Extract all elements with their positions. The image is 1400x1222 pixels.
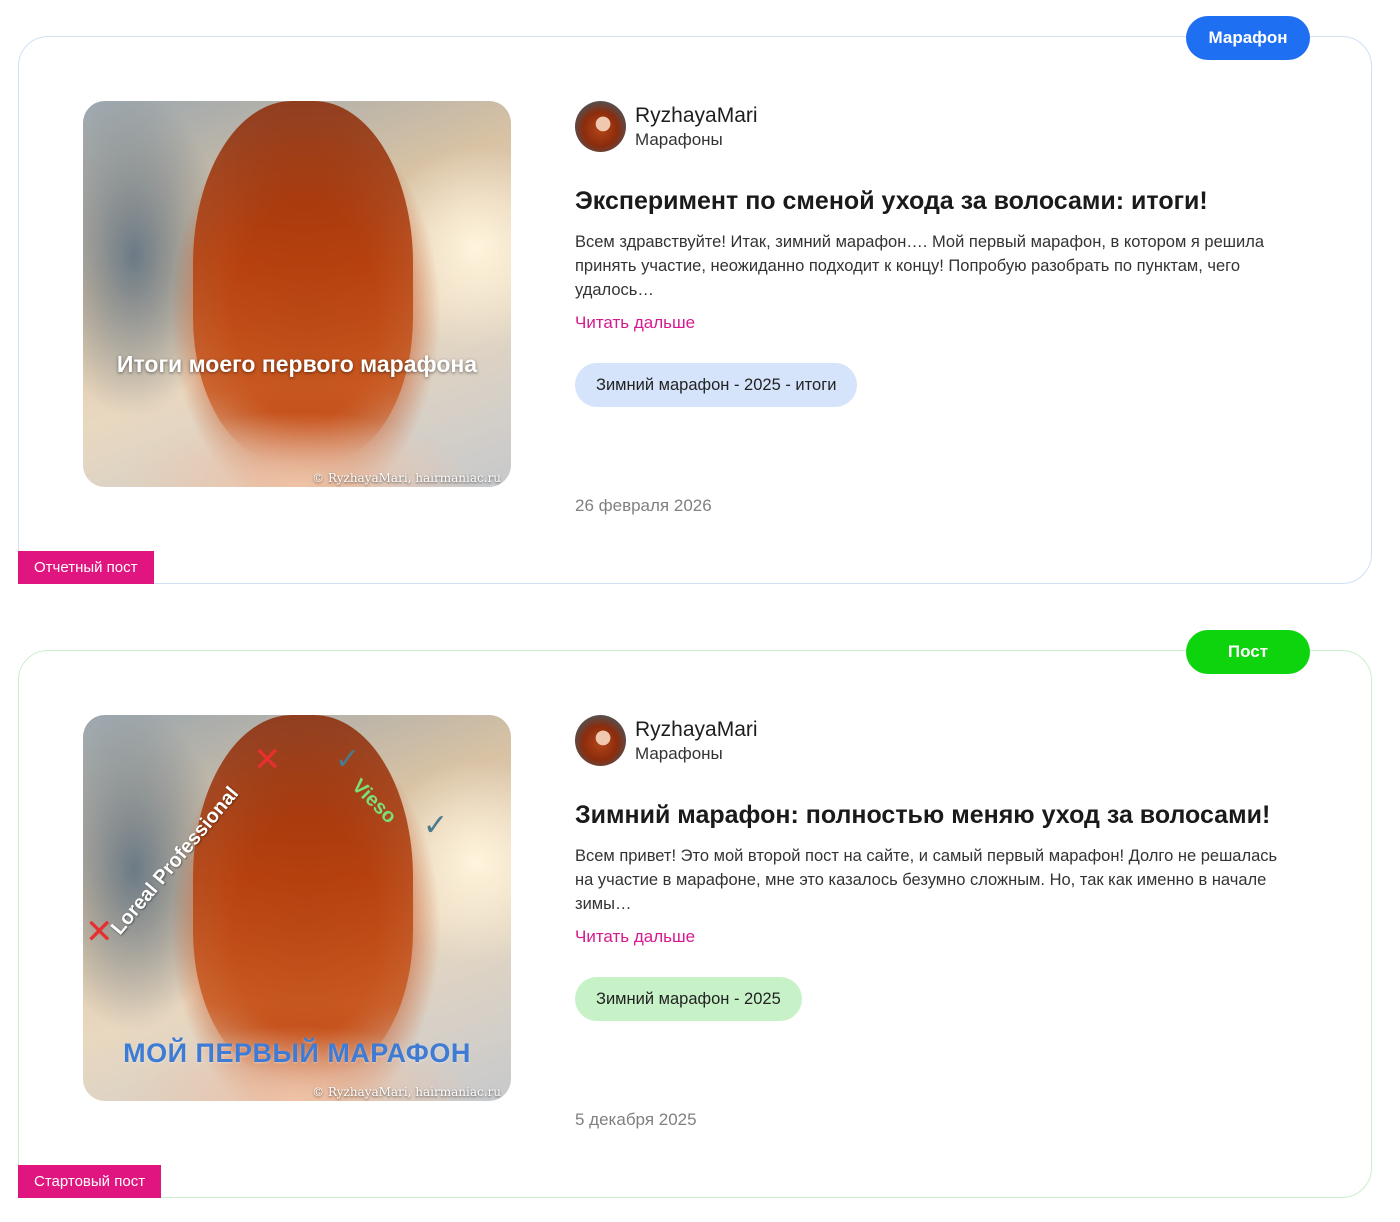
author-section[interactable]: Марафоны	[635, 129, 758, 151]
author-block[interactable]: RyzhayaMari Марафоны	[575, 101, 758, 152]
read-more-link[interactable]: Читать дальше	[575, 313, 695, 333]
post-kind-label: Стартовый пост	[18, 1165, 162, 1198]
post-excerpt: Всем здравствуйте! Итак, зимний марафон……	[575, 233, 1265, 299]
cover-caption: МОЙ ПЕРВЫЙ МАРАФОН	[123, 1038, 471, 1068]
post-excerpt: Всем привет! Это мой второй пост на сайт…	[575, 847, 1278, 913]
post-title[interactable]: Эксперимент по сменой ухода за волосами:…	[575, 187, 1208, 216]
cover-copyright: © RyzhayaMari, hairmaniac.ru	[312, 1085, 501, 1099]
cover-caption: Итоги моего первого марафона	[116, 351, 478, 377]
post-type-badge[interactable]: Пост	[1186, 630, 1310, 674]
post-cover-image[interactable]: Итоги моего первого марафона © RyzhayaMa…	[83, 101, 511, 487]
check-mark-icon: ✓	[335, 743, 361, 776]
post-type-badge[interactable]: Марафон	[1186, 16, 1310, 60]
avatar[interactable]	[575, 715, 626, 766]
author-name[interactable]: RyzhayaMari	[635, 103, 758, 129]
cover-shoulders-shape	[83, 367, 511, 487]
read-more-link[interactable]: Читать дальше	[575, 927, 695, 947]
post-card[interactable]: Пост ✕ ✕ Loreal Professional ✓ Vieso ✓ М…	[18, 630, 1372, 1198]
author-name[interactable]: RyzhayaMari	[635, 717, 758, 743]
post-date: 5 декабря 2025	[575, 1110, 697, 1129]
post-tag[interactable]: Зимний марафон - 2025 - итоги	[575, 363, 858, 407]
post-tag[interactable]: Зимний марафон - 2025	[575, 977, 802, 1021]
cross-mark-icon: ✕	[85, 913, 114, 951]
author-section[interactable]: Марафоны	[635, 743, 758, 765]
post-cover-image[interactable]: ✕ ✕ Loreal Professional ✓ Vieso ✓ МОЙ ПЕ…	[83, 715, 511, 1101]
post-title[interactable]: Зимний марафон: полностью меняю уход за …	[575, 801, 1270, 830]
post-card[interactable]: Марафон Итоги моего первого марафона © R…	[18, 16, 1372, 584]
post-kind-label: Отчетный пост	[18, 551, 154, 584]
cover-copyright: © RyzhayaMari, hairmaniac.ru	[312, 471, 501, 485]
cross-mark-icon: ✕	[253, 741, 282, 779]
post-date: 26 февраля 2026	[575, 496, 712, 515]
check-mark-icon: ✓	[423, 809, 449, 842]
author-block[interactable]: RyzhayaMari Марафоны	[575, 715, 758, 766]
avatar[interactable]	[575, 101, 626, 152]
